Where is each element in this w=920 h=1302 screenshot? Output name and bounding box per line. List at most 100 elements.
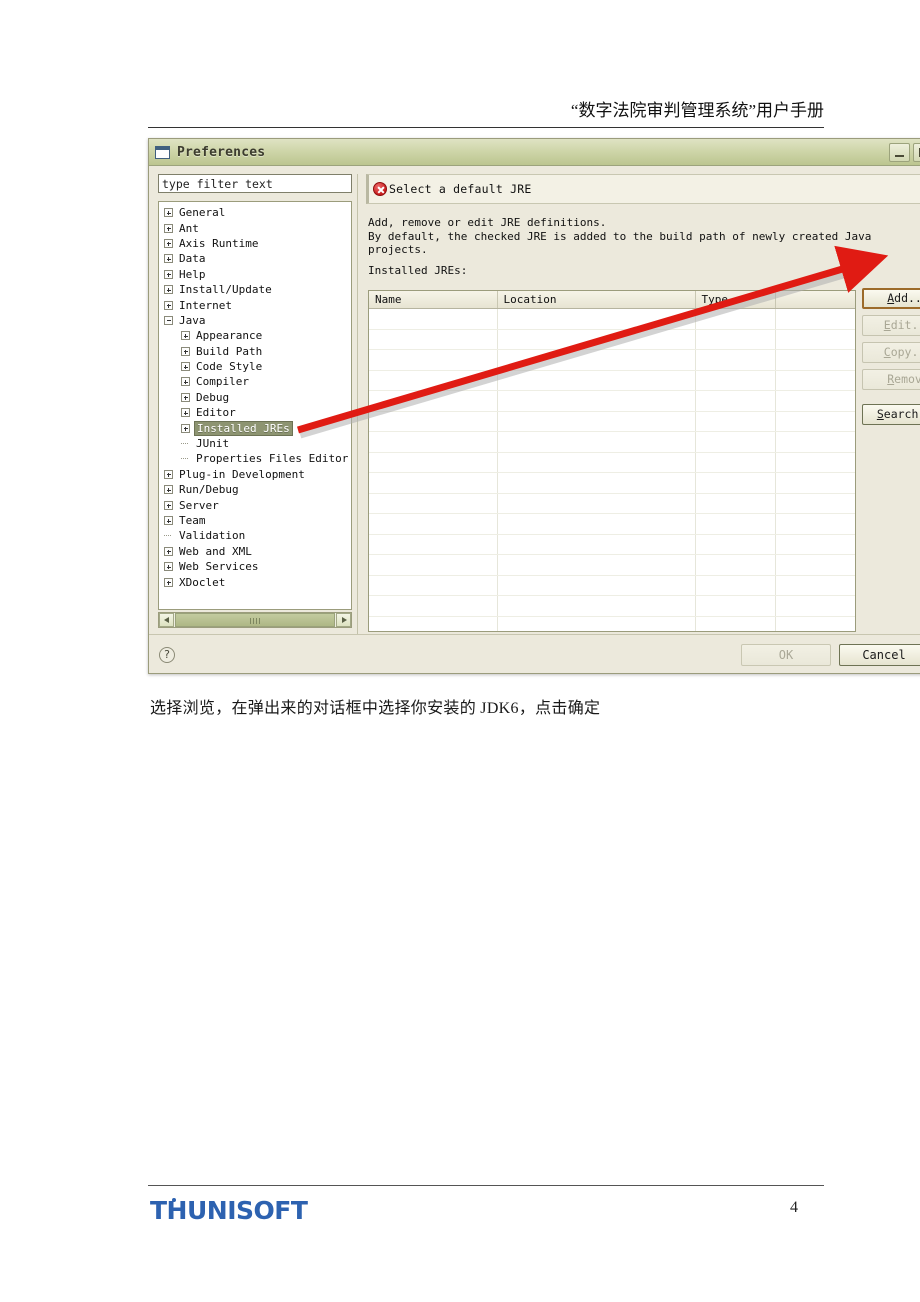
expand-icon[interactable] xyxy=(181,331,190,341)
tree-item-general[interactable]: General xyxy=(159,205,351,220)
tree-item-build-path[interactable]: Build Path xyxy=(159,344,351,359)
expand-icon[interactable] xyxy=(164,300,173,310)
expand-icon[interactable] xyxy=(164,238,173,248)
minimize-button[interactable] xyxy=(889,142,910,162)
table-row[interactable] xyxy=(369,513,855,535)
dialog-titlebar[interactable]: Preferences xyxy=(149,139,920,166)
expand-icon[interactable] xyxy=(164,254,173,264)
table-row[interactable] xyxy=(369,308,855,330)
page-header: “数字法院审判管理系统”用户手册 xyxy=(148,96,824,128)
table-row[interactable] xyxy=(369,370,855,391)
jre-table-container[interactable]: Name Location Type xyxy=(368,290,856,632)
tree-item-axis-runtime[interactable]: Axis Runtime xyxy=(159,236,351,251)
table-cell xyxy=(775,493,855,514)
table-row[interactable] xyxy=(369,472,855,494)
table-row[interactable] xyxy=(369,534,855,555)
tree-item-validation[interactable]: Validation xyxy=(159,528,351,543)
expand-icon[interactable] xyxy=(164,562,173,572)
message-text: Select a default JRE xyxy=(389,182,532,196)
expand-icon[interactable] xyxy=(164,223,173,233)
tree-item-xdoclet[interactable]: XDoclet xyxy=(159,574,351,589)
jre-action-buttons: Add... Edit... Copy... Remove Search... xyxy=(862,288,920,431)
scroll-right-button[interactable] xyxy=(336,613,351,627)
collapse-icon[interactable] xyxy=(164,315,173,325)
tree-item-plug-in-development[interactable]: Plug-in Development xyxy=(159,467,351,482)
expand-icon[interactable] xyxy=(164,485,173,495)
expand-icon[interactable] xyxy=(164,469,173,479)
tree-item-team[interactable]: Team xyxy=(159,513,351,528)
tree-item-run-debug[interactable]: Run/Debug xyxy=(159,482,351,497)
tree-item-ant[interactable]: Ant xyxy=(159,220,351,235)
column-header-location[interactable]: Location xyxy=(497,291,696,309)
column-header-blank[interactable] xyxy=(775,291,855,309)
expand-icon[interactable] xyxy=(164,546,173,556)
tree-item-install-update[interactable]: Install/Update xyxy=(159,282,351,297)
description-line-1: Add, remove or edit JRE definitions. xyxy=(368,216,607,229)
expand-icon[interactable] xyxy=(164,500,173,510)
expand-icon[interactable] xyxy=(164,516,173,525)
table-cell xyxy=(497,411,696,432)
tree-item-appearance[interactable]: Appearance xyxy=(159,328,351,343)
remove-button[interactable]: Remove xyxy=(862,369,920,390)
cancel-button[interactable]: Cancel xyxy=(839,644,920,666)
table-cell xyxy=(497,390,696,412)
tree-item-internet[interactable]: Internet xyxy=(159,297,351,312)
table-row[interactable] xyxy=(369,595,855,617)
tree-item-java[interactable]: Java xyxy=(159,313,351,328)
expand-icon[interactable] xyxy=(181,392,190,402)
expand-icon[interactable] xyxy=(164,208,173,218)
expand-icon[interactable] xyxy=(181,377,190,387)
table-row[interactable] xyxy=(369,431,855,453)
tree-item-junit[interactable]: JUnit xyxy=(159,436,351,451)
tree-item-code-style[interactable]: Code Style xyxy=(159,359,351,374)
table-row[interactable] xyxy=(369,329,855,350)
table-row[interactable] xyxy=(369,493,855,514)
ok-button[interactable]: OK xyxy=(741,644,831,666)
column-header-type[interactable]: Type xyxy=(695,291,776,309)
help-icon[interactable]: ? xyxy=(159,647,175,663)
tree-item-label: General xyxy=(179,206,226,220)
tree-item-web-and-xml[interactable]: Web and XML xyxy=(159,544,351,559)
expand-icon[interactable] xyxy=(181,362,190,372)
expand-icon[interactable] xyxy=(181,423,190,433)
search-button[interactable]: Search... xyxy=(862,404,920,425)
tree-item-compiler[interactable]: Compiler xyxy=(159,374,351,389)
expand-icon[interactable] xyxy=(181,408,190,418)
table-row[interactable] xyxy=(369,411,855,432)
table-cell xyxy=(775,329,855,350)
add-button[interactable]: Add... xyxy=(862,288,920,309)
tree-item-debug[interactable]: Debug xyxy=(159,390,351,405)
column-header-name[interactable]: Name xyxy=(369,291,498,309)
tree-item-installed-jres[interactable]: Installed JREs xyxy=(159,420,351,436)
preferences-tree[interactable]: General Ant Axis Runtime Data Help Install/Up… xyxy=(158,201,352,610)
table-row[interactable] xyxy=(369,616,855,631)
expand-icon[interactable] xyxy=(181,346,190,356)
maximize-button[interactable] xyxy=(913,142,920,162)
table-cell xyxy=(369,411,498,432)
tree-item-properties-files-editor[interactable]: Properties Files Editor xyxy=(159,451,351,466)
edit-button[interactable]: Edit... xyxy=(862,315,920,336)
table-cell xyxy=(497,595,696,617)
tree-horizontal-scrollbar[interactable] xyxy=(158,612,352,628)
jre-table-body[interactable] xyxy=(369,308,855,631)
copy-button[interactable]: Copy... xyxy=(862,342,920,363)
table-row[interactable] xyxy=(369,452,855,473)
table-row[interactable] xyxy=(369,349,855,371)
tree-item-server[interactable]: Server xyxy=(159,497,351,512)
tree-item-help[interactable]: Help xyxy=(159,267,351,282)
tree-item-label: Appearance xyxy=(196,329,263,343)
table-row[interactable] xyxy=(369,390,855,412)
table-cell xyxy=(695,370,776,391)
table-cell xyxy=(695,472,776,494)
expand-icon[interactable] xyxy=(164,269,173,279)
scrollbar-thumb[interactable] xyxy=(175,613,335,627)
table-row[interactable] xyxy=(369,575,855,596)
expand-icon[interactable] xyxy=(164,577,173,587)
expand-icon[interactable] xyxy=(164,285,173,295)
tree-item-data[interactable]: Data xyxy=(159,251,351,266)
tree-item-web-services[interactable]: Web Services xyxy=(159,559,351,574)
tree-item-editor[interactable]: Editor xyxy=(159,405,351,420)
filter-input[interactable] xyxy=(158,174,352,193)
scroll-left-button[interactable] xyxy=(159,613,174,627)
table-row[interactable] xyxy=(369,554,855,576)
